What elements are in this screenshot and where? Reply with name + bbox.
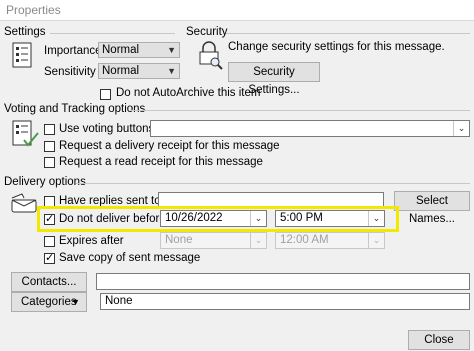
categories-input: None <box>100 293 470 310</box>
chevron-down-icon: ⌄ <box>453 121 469 136</box>
chevron-down-icon: ⌄ <box>368 233 384 248</box>
importance-dropdown[interactable]: Normal ▼ <box>98 42 180 58</box>
security-settings-button[interactable]: Security Settings... <box>228 62 320 96</box>
do-not-deliver-label: Do not deliver before <box>59 213 166 225</box>
settings-heading: Settings <box>4 26 46 38</box>
categories-label: Categories <box>21 296 77 308</box>
settings-list-icon <box>12 42 32 68</box>
voting-heading: Voting and Tracking options <box>4 103 146 115</box>
autoarchive-label: Do not AutoArchive this item <box>116 87 261 99</box>
do-not-deliver-checkbox[interactable] <box>44 212 55 225</box>
chevron-down-icon: ⌄ <box>368 211 384 226</box>
delivery-receipt-checkbox[interactable] <box>44 141 55 152</box>
contacts-button[interactable]: Contacts... <box>11 272 87 292</box>
read-receipt-label: Request a read receipt for this message <box>59 156 263 168</box>
deliver-date-value: 10/26/2022 <box>165 212 223 224</box>
window-title: Properties <box>6 3 61 17</box>
security-heading: Security <box>186 26 228 38</box>
save-copy-label: Save copy of sent message <box>59 252 201 264</box>
security-description: Change security settings for this messag… <box>228 41 445 53</box>
delivery-heading: Delivery options <box>4 176 86 188</box>
settings-divider <box>50 33 175 34</box>
envelope-icon <box>11 193 37 213</box>
sensitivity-value: Normal <box>102 65 140 77</box>
importance-value: Normal <box>102 44 140 56</box>
close-button[interactable]: Close <box>408 330 470 350</box>
security-divider <box>226 33 470 34</box>
expires-date-value: None <box>165 234 193 246</box>
deliver-time-picker[interactable]: 5:00 PM ⌄ <box>275 210 385 227</box>
importance-label: Importance <box>44 45 102 57</box>
delivery-receipt-label: Request a delivery receipt for this mess… <box>59 140 280 152</box>
deliver-date-picker[interactable]: 10/26/2022 ⌄ <box>160 210 267 227</box>
chevron-down-icon: ⌄ <box>250 211 266 226</box>
chevron-down-icon: ▼ <box>167 66 176 76</box>
sensitivity-label: Sensitivity <box>44 66 96 78</box>
use-voting-checkbox[interactable] <box>44 124 55 135</box>
select-names-button[interactable]: Select Names... <box>394 191 470 225</box>
chevron-down-icon: ⌄ <box>250 233 266 248</box>
expires-time-picker: 12:00 AM ⌄ <box>275 232 385 249</box>
title-bar: Properties <box>0 0 474 21</box>
delivery-divider <box>76 183 470 184</box>
expires-label: Expires after <box>59 235 124 247</box>
save-copy-checkbox[interactable] <box>44 251 55 264</box>
expires-checkbox[interactable] <box>44 236 55 247</box>
voting-list-icon <box>12 120 39 147</box>
deliver-time-value: 5:00 PM <box>280 212 323 224</box>
sensitivity-dropdown[interactable]: Normal ▼ <box>98 63 180 79</box>
categories-button[interactable]: Categories ▼ <box>11 292 87 312</box>
chevron-down-icon: ▼ <box>167 45 176 55</box>
lock-icon <box>199 41 223 70</box>
use-voting-label: Use voting buttons <box>59 123 155 135</box>
voting-buttons-combo[interactable]: ⌄ <box>150 120 470 137</box>
contacts-input[interactable] <box>96 273 470 290</box>
expires-date-picker: None ⌄ <box>160 232 267 249</box>
autoarchive-checkbox[interactable] <box>100 89 111 100</box>
voting-divider <box>130 110 470 111</box>
chevron-down-icon: ▼ <box>71 297 80 307</box>
read-receipt-checkbox[interactable] <box>44 157 55 168</box>
expires-time-value: 12:00 AM <box>280 234 329 246</box>
